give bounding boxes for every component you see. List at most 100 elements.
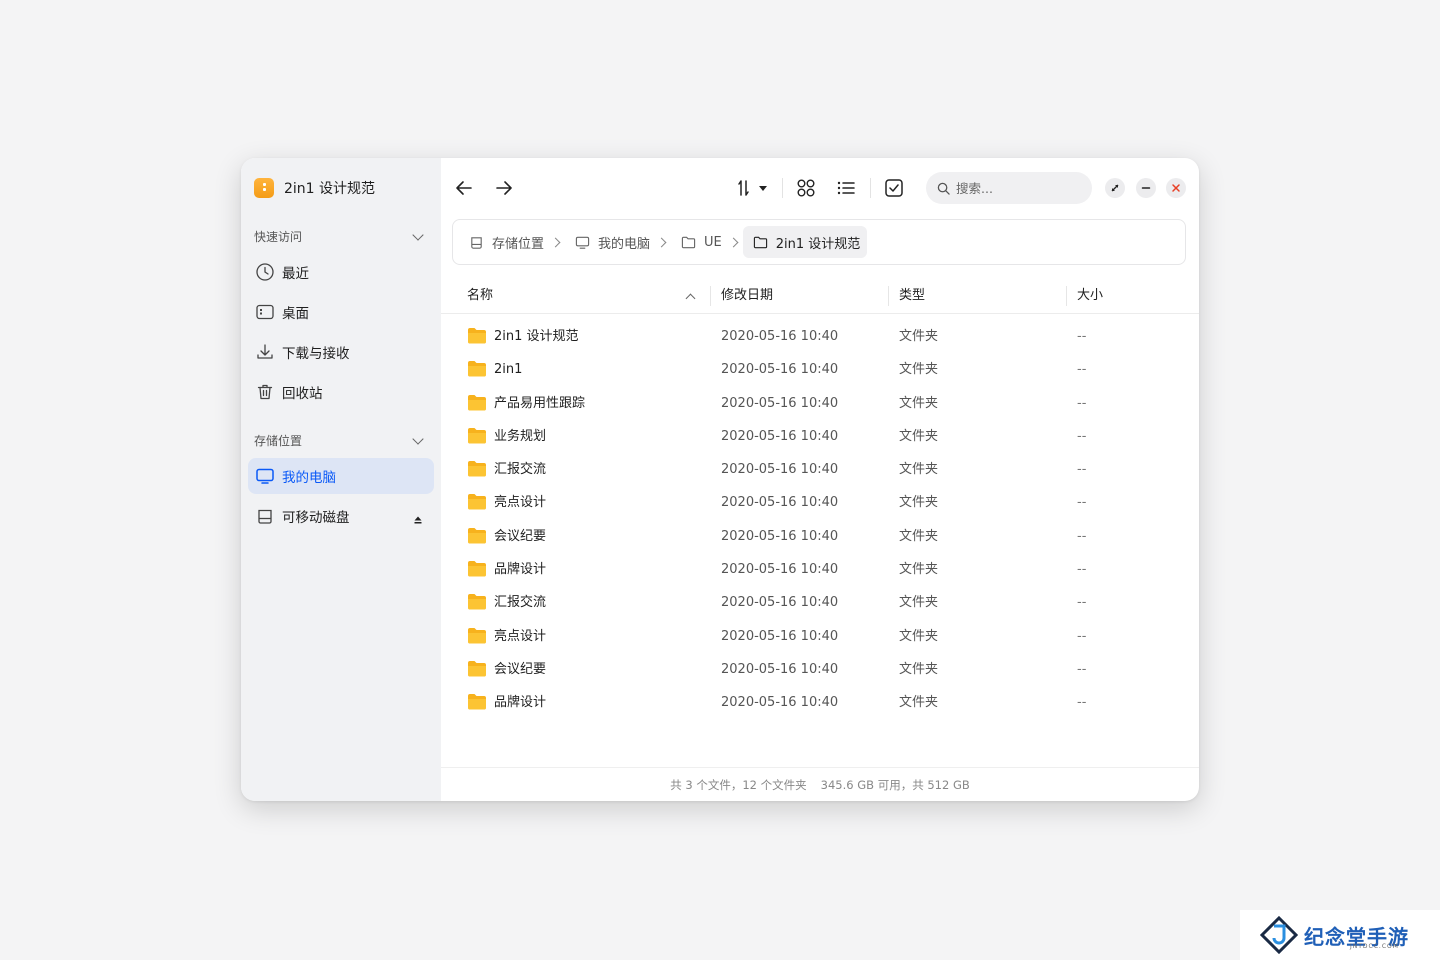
breadcrumb-label: 存储位置 xyxy=(492,236,545,252)
breadcrumb-item-current[interactable]: 2in1 设计规范 xyxy=(742,226,868,258)
sidebar-item-recent[interactable]: 最近 xyxy=(248,254,434,290)
chevron-down-icon[interactable] xyxy=(413,435,423,445)
column-header-date[interactable]: 修改日期 xyxy=(721,284,773,308)
table-row[interactable]: 品牌设计 2020-05-16 10:40 文件夹 -- xyxy=(441,686,1199,719)
status-space: 345.6 GB 可用，共 512 GB xyxy=(820,777,970,792)
back-arrow-icon[interactable] xyxy=(454,178,474,198)
file-type: 文件夹 xyxy=(899,395,939,411)
quick-access-header[interactable]: 快速访问 xyxy=(241,226,441,246)
toolbar-divider xyxy=(870,178,871,198)
file-size: -- xyxy=(1077,595,1087,611)
main-panel: 存储位置 我的电脑 UE 2in1 设计规范 xyxy=(441,158,1199,801)
table-row[interactable]: 2in1 2020-05-16 10:40 文件夹 -- xyxy=(441,353,1199,386)
table-row[interactable]: 会议纪要 2020-05-16 10:40 文件夹 -- xyxy=(441,520,1199,553)
desktop-icon xyxy=(255,302,275,322)
status-bar: 共 3 个文件，12 个文件夹 345.6 GB 可用，共 512 GB xyxy=(441,767,1199,801)
file-type: 文件夹 xyxy=(899,595,939,611)
file-size: -- xyxy=(1077,628,1087,644)
sidebar-item-desktop[interactable]: 桌面 xyxy=(248,294,434,330)
storage-header[interactable]: 存储位置 xyxy=(241,430,441,450)
maximize-button[interactable] xyxy=(1105,178,1125,198)
eject-icon[interactable] xyxy=(414,512,422,524)
chevron-down-icon[interactable] xyxy=(413,231,423,241)
sort-ascending-icon[interactable] xyxy=(686,293,695,302)
drive-icon xyxy=(255,506,275,526)
file-type: 文件夹 xyxy=(899,462,939,478)
forward-arrow-icon[interactable] xyxy=(494,178,514,198)
table-row[interactable]: 汇报交流 2020-05-16 10:40 文件夹 -- xyxy=(441,586,1199,619)
file-type: 文件夹 xyxy=(899,628,939,644)
sort-button[interactable] xyxy=(737,178,771,198)
search-icon xyxy=(937,182,950,195)
folder-icon xyxy=(467,327,487,349)
back-button[interactable] xyxy=(453,178,475,198)
drive-icon xyxy=(469,235,484,250)
checkbox-icon[interactable] xyxy=(884,178,904,198)
monitor-icon xyxy=(575,235,590,250)
sidebar-item-label: 我的电脑 xyxy=(282,470,336,486)
close-icon[interactable] xyxy=(1171,183,1181,193)
column-divider[interactable] xyxy=(888,286,889,306)
column-header-type[interactable]: 类型 xyxy=(899,284,925,308)
column-divider[interactable] xyxy=(1066,286,1067,306)
file-type: 文件夹 xyxy=(899,528,939,544)
sidebar-item-label: 下载与接收 xyxy=(282,346,350,362)
table-row[interactable]: 亮点设计 2020-05-16 10:40 文件夹 -- xyxy=(441,620,1199,653)
breadcrumb-item-my-computer[interactable]: 我的电脑 xyxy=(565,226,657,258)
modified-date: 2020-05-16 10:40 xyxy=(721,661,839,677)
modified-date: 2020-05-16 10:40 xyxy=(721,595,839,611)
table-row[interactable]: 亮点设计 2020-05-16 10:40 文件夹 -- xyxy=(441,486,1199,519)
chevron-right-icon xyxy=(731,238,739,246)
table-row[interactable]: 会议纪要 2020-05-16 10:40 文件夹 -- xyxy=(441,653,1199,686)
forward-button[interactable] xyxy=(493,178,515,198)
sidebar-item-removable-disk[interactable]: 可移动磁盘 xyxy=(248,498,434,534)
file-name: 品牌设计 xyxy=(494,562,547,578)
sidebar-item-my-computer[interactable]: 我的电脑 xyxy=(248,458,434,494)
folder-icon xyxy=(467,560,487,582)
restore-icon[interactable] xyxy=(1110,183,1120,193)
chevron-right-icon xyxy=(553,238,561,246)
table-row[interactable]: 产品易用性跟踪 2020-05-16 10:40 文件夹 -- xyxy=(441,387,1199,420)
table-row[interactable]: 2in1 设计规范 2020-05-16 10:40 文件夹 -- xyxy=(441,320,1199,353)
table-row[interactable]: 汇报交流 2020-05-16 10:40 文件夹 -- xyxy=(441,453,1199,486)
file-manager-window: 2in1 设计规范 快速访问 最近 桌面 下载与接收 回收站 存储位置 我的电脑… xyxy=(241,158,1199,801)
select-button[interactable] xyxy=(883,178,905,198)
column-divider[interactable] xyxy=(710,286,711,306)
minimize-button[interactable] xyxy=(1136,178,1156,198)
minimize-icon[interactable] xyxy=(1141,183,1151,193)
close-button[interactable] xyxy=(1166,178,1186,198)
table-header: 名称 修改日期 类型 大小 xyxy=(441,284,1199,314)
file-size: -- xyxy=(1077,395,1087,411)
file-name: 会议纪要 xyxy=(494,528,547,544)
modified-date: 2020-05-16 10:40 xyxy=(721,428,839,444)
breadcrumb-item-storage[interactable]: 存储位置 xyxy=(459,226,551,258)
chevron-right-icon xyxy=(659,238,667,246)
list-view-button[interactable] xyxy=(835,178,857,198)
modified-date: 2020-05-16 10:40 xyxy=(721,562,839,578)
folder-icon xyxy=(681,235,696,250)
grid-view-icon[interactable] xyxy=(796,178,816,198)
grid-view-button[interactable] xyxy=(795,178,817,198)
sort-icon[interactable] xyxy=(737,178,771,198)
breadcrumb-item-ue[interactable]: UE xyxy=(671,226,729,258)
table-row[interactable]: 品牌设计 2020-05-16 10:40 文件夹 -- xyxy=(441,553,1199,586)
clock-icon xyxy=(255,262,275,282)
toolbar-divider xyxy=(782,178,783,198)
breadcrumb-label: 2in1 设计规范 xyxy=(775,236,861,252)
breadcrumb-label: 我的电脑 xyxy=(598,236,651,252)
search-box[interactable] xyxy=(926,172,1092,204)
column-header-size[interactable]: 大小 xyxy=(1077,284,1103,308)
search-input[interactable] xyxy=(956,180,1076,196)
column-header-name[interactable]: 名称 xyxy=(467,284,493,308)
file-type: 文件夹 xyxy=(899,495,939,511)
file-size: -- xyxy=(1077,661,1087,677)
list-view-icon[interactable] xyxy=(836,178,856,198)
file-size: -- xyxy=(1077,362,1087,378)
file-name: 2in1 xyxy=(494,362,523,378)
sidebar-item-trash[interactable]: 回收站 xyxy=(248,374,434,410)
table-row[interactable]: 业务规划 2020-05-16 10:40 文件夹 -- xyxy=(441,420,1199,453)
sidebar-item-label: 桌面 xyxy=(282,306,309,322)
sidebar-item-downloads[interactable]: 下载与接收 xyxy=(248,334,434,370)
watermark-subtext: JNTDCC.COM xyxy=(1350,943,1399,950)
folder-icon xyxy=(467,460,487,482)
